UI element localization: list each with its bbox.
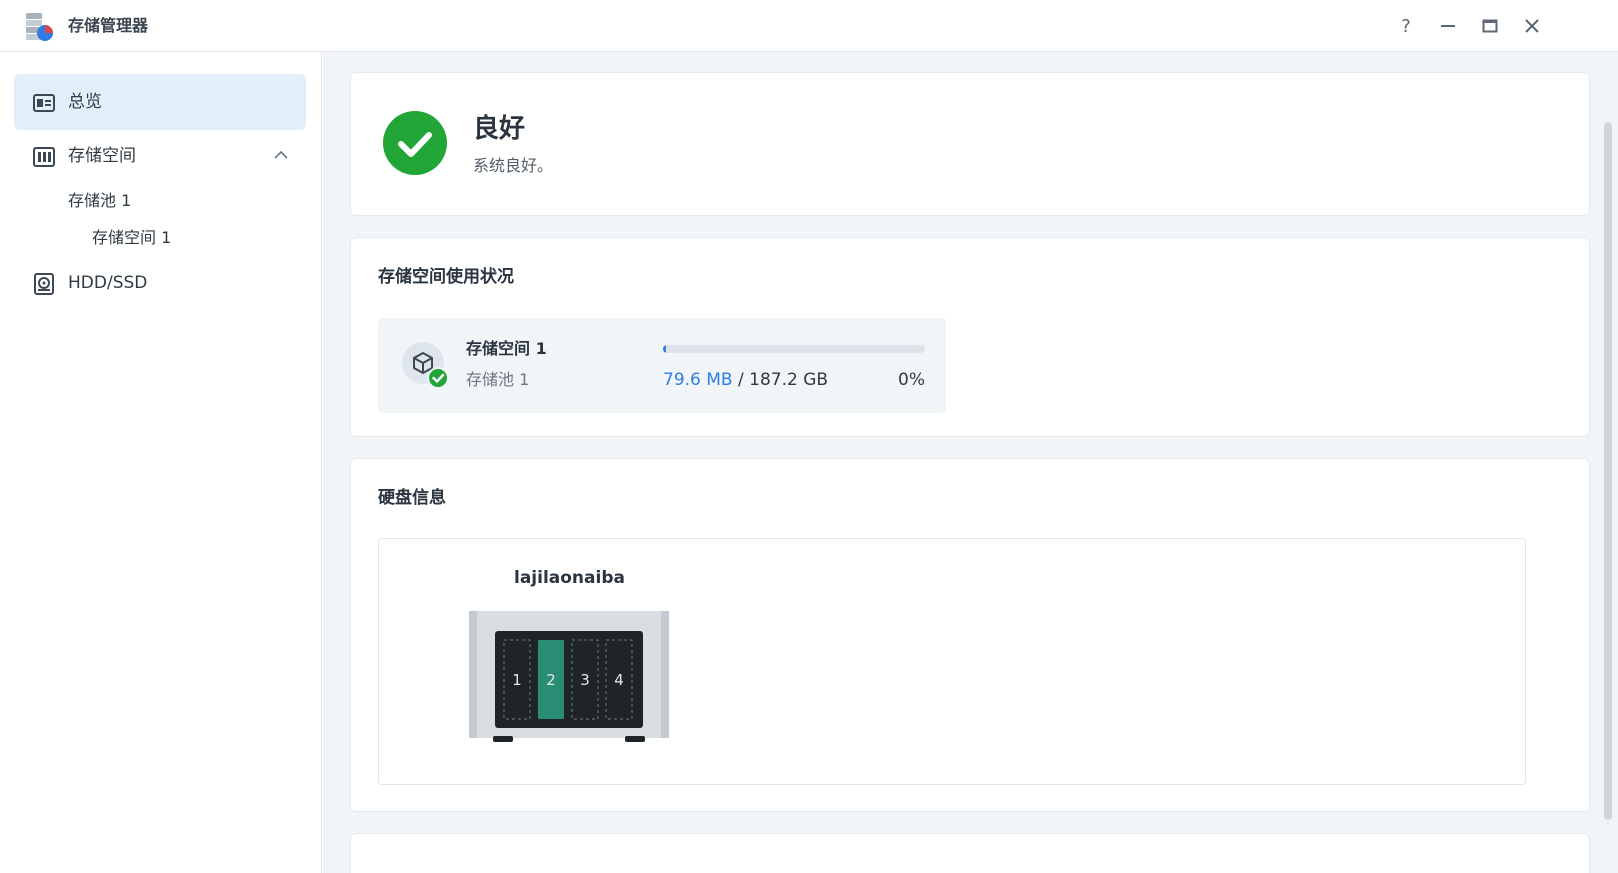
bay-label-1: 1 xyxy=(512,671,522,689)
usage-progress-fill xyxy=(663,345,667,353)
maximize-icon xyxy=(1482,19,1498,33)
close-button[interactable] xyxy=(1520,14,1544,38)
help-icon: ? xyxy=(1401,15,1411,37)
total-capacity: 187.2 GB xyxy=(749,370,829,390)
health-status-card: 良好 系统良好。 xyxy=(350,72,1590,216)
maximize-button[interactable] xyxy=(1478,14,1502,38)
device-name: lajilaonaiba xyxy=(514,568,625,588)
volume-usage-item[interactable]: 存储空间 1 存储池 1 79.6 MB / 187.2 GB 0% xyxy=(378,318,946,413)
window-title: 存储管理器 xyxy=(68,16,149,35)
bay-label-2: 2 xyxy=(546,671,556,689)
status-title: 良好 xyxy=(473,114,526,144)
storage-manager-app-icon xyxy=(26,13,53,41)
usage-percent: 0% xyxy=(898,370,925,390)
sidebar-item-storage[interactable]: 存储空间 xyxy=(14,128,306,184)
minimize-icon xyxy=(1441,25,1455,27)
storage-icon xyxy=(33,147,55,167)
volume-usage-card: 存储空间使用状况 存储空间 1 存储池 1 79.6 MB / 187.2 GB… xyxy=(350,237,1590,437)
sidebar-item-label: 存储空间 xyxy=(68,146,136,166)
section-title: 硬盘信息 xyxy=(378,488,446,508)
capacity-separator: / xyxy=(732,370,750,390)
disk-info-card: 硬盘信息 lajilaonaiba 1 2 3 4 xyxy=(350,458,1590,812)
usage-text: 79.6 MB / 187.2 GB xyxy=(663,369,828,391)
sidebar-item-hdd-ssd[interactable]: HDD/SSD xyxy=(14,255,306,311)
sidebar-item-label: 总览 xyxy=(68,92,102,112)
sidebar-item-volume-1[interactable]: 存储空间 1 xyxy=(92,227,171,249)
device-panel: lajilaonaiba 1 2 3 4 xyxy=(378,538,1526,785)
section-title: 存储空间使用状况 xyxy=(378,267,514,287)
check-circle-icon xyxy=(383,111,447,175)
used-capacity: 79.6 MB xyxy=(663,370,733,390)
main-content: 良好 系统良好。 存储空间使用状况 存储空间 1 存储池 1 79.6 MB /… xyxy=(323,52,1618,873)
chevron-up-icon[interactable] xyxy=(274,150,288,160)
overview-icon xyxy=(33,94,55,112)
sidebar-item-label: HDD/SSD xyxy=(68,273,148,293)
status-description: 系统良好。 xyxy=(473,156,554,175)
next-card xyxy=(350,833,1590,873)
bay-label-3: 3 xyxy=(580,671,590,689)
volume-name: 存储空间 1 xyxy=(466,339,547,358)
help-button[interactable]: ? xyxy=(1394,14,1418,38)
minimize-button[interactable] xyxy=(1436,14,1460,38)
sidebar: 总览 存储空间 存储池 1 存储空间 1 HDD/SSD xyxy=(0,52,322,873)
volume-pool-name: 存储池 1 xyxy=(466,370,530,389)
sidebar-item-overview[interactable]: 总览 xyxy=(14,74,306,130)
usage-progress-bar xyxy=(663,345,925,353)
hdd-icon xyxy=(34,273,54,295)
volume-cube-icon xyxy=(402,342,449,389)
nas-device-illustration[interactable]: 1 2 3 4 xyxy=(469,611,669,746)
bay-label-4: 4 xyxy=(614,671,624,689)
scrollbar[interactable] xyxy=(1604,122,1612,820)
title-bar: 存储管理器 ? xyxy=(0,0,1618,52)
sidebar-item-pool-1[interactable]: 存储池 1 xyxy=(68,190,131,212)
close-icon xyxy=(1525,19,1539,33)
